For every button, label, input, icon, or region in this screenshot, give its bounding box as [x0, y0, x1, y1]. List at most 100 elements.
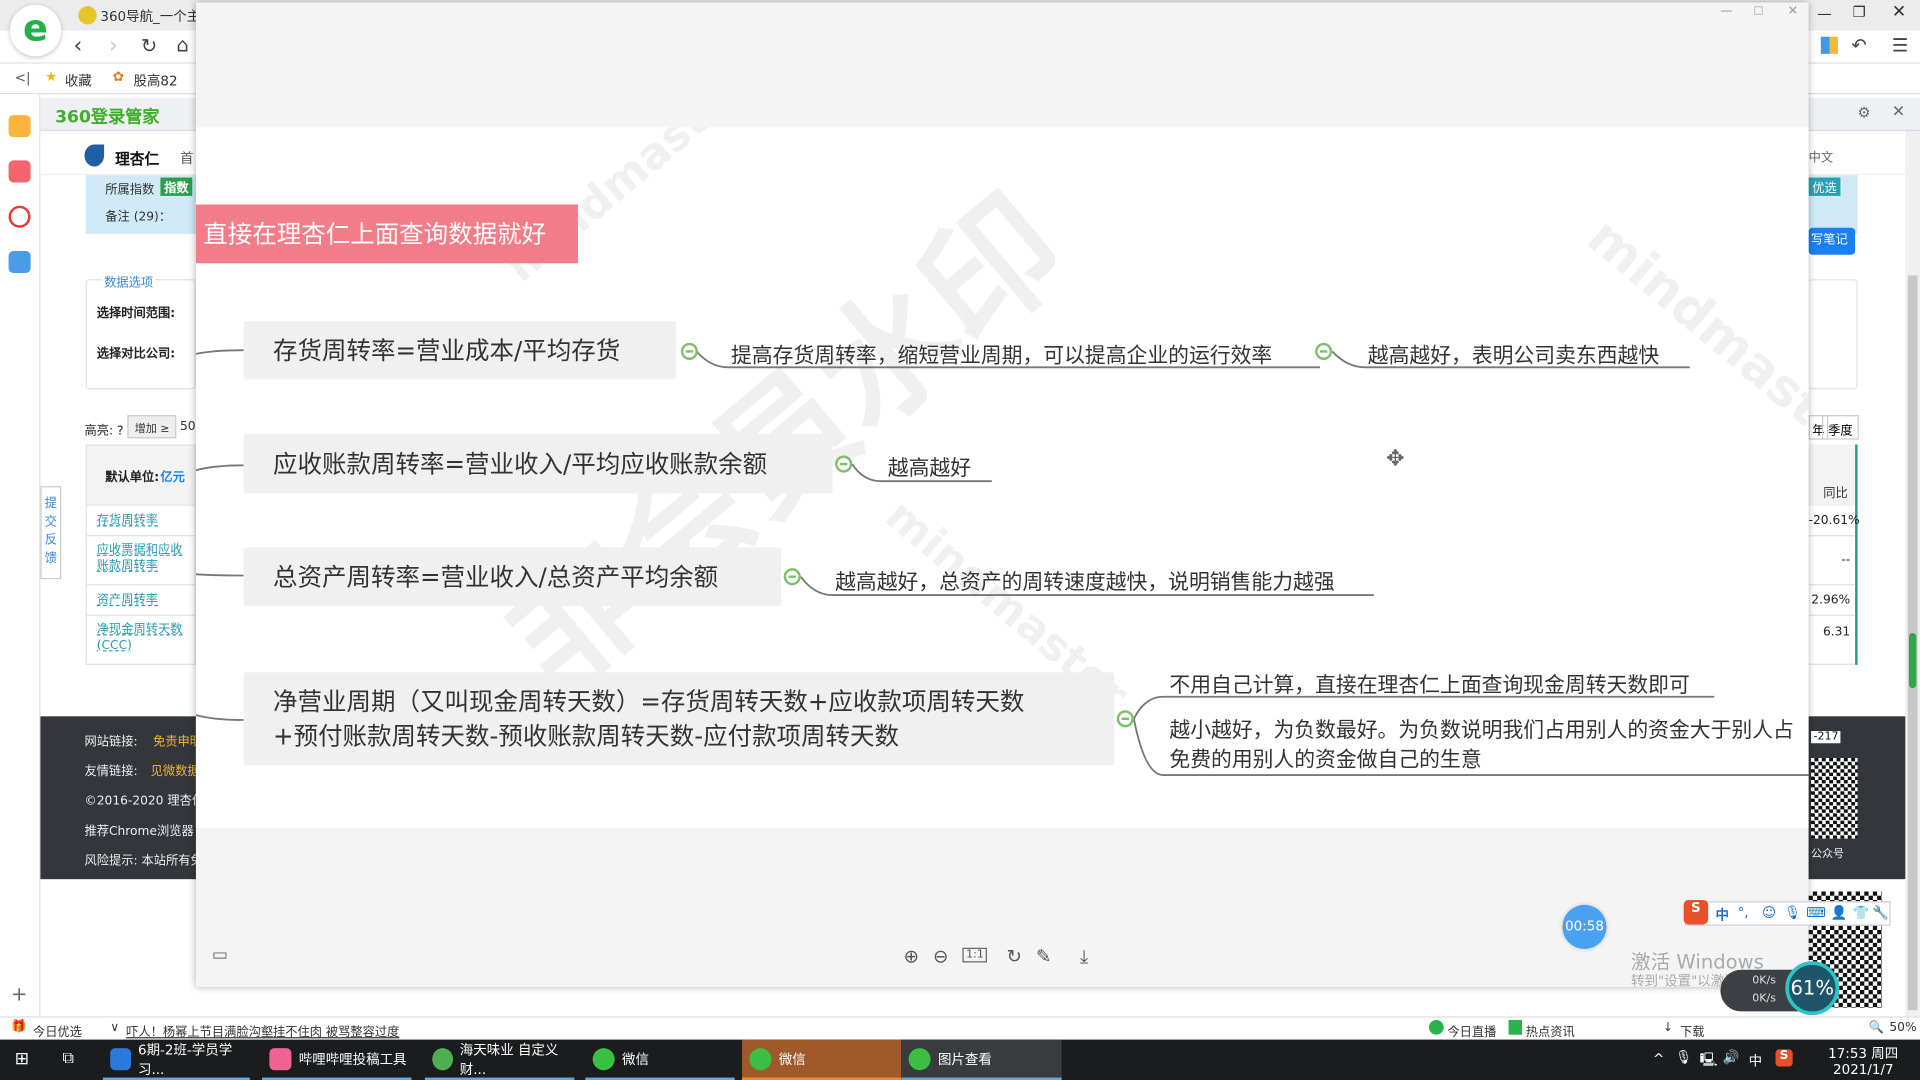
sogou-icon[interactable]: S [1683, 900, 1709, 925]
bookmark-favorites[interactable]: 收藏 [65, 71, 92, 91]
rotate-icon[interactable]: ↻ [1007, 945, 1022, 967]
taskbar-item[interactable]: 图片查看 [901, 1039, 1062, 1080]
thumbnail-toggle-icon[interactable]: ▭ [212, 945, 228, 965]
tab-quarter[interactable]: 季度 [1822, 415, 1859, 440]
nav-home[interactable]: 首 [180, 148, 193, 168]
collapse-icon[interactable] [835, 455, 853, 473]
undo-icon[interactable]: ↶ [1851, 34, 1866, 56]
mic-tray-icon[interactable]: 🎙 [1675, 1049, 1692, 1065]
downloads-link[interactable]: 下载 [1680, 1021, 1704, 1039]
user-icon[interactable]: 👤 [1831, 905, 1848, 921]
mindmap-leaf[interactable]: 越高越好 [888, 451, 971, 481]
increase-input[interactable]: 50 [180, 420, 196, 433]
taskbar-item[interactable]: 6期-2班-学员学习... [102, 1040, 250, 1080]
network-icon[interactable]: 🖳 [1700, 1049, 1718, 1072]
footer-friend-link[interactable]: 见微数据 [151, 760, 200, 778]
collapse-sidebar-icon[interactable]: <| [15, 70, 31, 86]
metric-link[interactable]: 存货周转率 [85, 505, 196, 537]
close-bar-icon[interactable]: ✕ [1892, 103, 1905, 121]
actual-size-button[interactable]: 1:1 [962, 947, 988, 963]
mindmap-node[interactable]: 净营业周期（又叫现金周转天数）=存货周转天数+应收款项周转天数 +预付账款周转天… [243, 672, 1115, 766]
recording-timer[interactable]: 00:58 [1562, 904, 1607, 949]
minimize-button[interactable]: — [1817, 5, 1832, 22]
mindmap-leaf[interactable]: 越小越好，为负数最好。为负数说明我们占用别人的资金大于别人占 免费的用别人的资金… [1169, 716, 1793, 775]
emoji-icon[interactable]: ☺ [1762, 905, 1776, 921]
collapse-icon[interactable] [1116, 710, 1134, 728]
feedback-button[interactable]: 提交反馈 [40, 486, 62, 580]
wrench-icon[interactable]: 🔧 [1872, 905, 1889, 921]
mindmap-node[interactable]: 总资产周转率=营业收入/总资产平均余额 [243, 547, 782, 607]
mindmap-leaf[interactable]: 越高越好，表明公司卖东西越快 [1368, 338, 1659, 368]
sogou-tray-icon[interactable]: S [1775, 1049, 1793, 1067]
language-select[interactable]: 中文 [1809, 147, 1833, 165]
ime-punct[interactable]: °, [1738, 905, 1749, 921]
zoom-out-icon[interactable]: ⊖ [933, 945, 948, 967]
metric-link[interactable]: 资产周转率 [85, 585, 196, 616]
write-note-button[interactable]: 写笔记 [1808, 227, 1856, 255]
hot-news-link[interactable]: 热点资讯 [1526, 1021, 1575, 1039]
ime-indicator[interactable]: 中 [1749, 1051, 1762, 1071]
news-ticker-link[interactable]: 吓人！杨幂上节目满脸沟壑挂不住肉 被骂整容过度 [126, 1021, 399, 1039]
collapse-icon[interactable] [1315, 342, 1333, 361]
tray-expand-icon[interactable]: ^ [1653, 1051, 1664, 1067]
metric-link[interactable]: 应收票据和应收账款周转率 [85, 536, 196, 586]
cpu-usage-ball[interactable]: 61% [1785, 961, 1840, 1016]
bookmark-stock[interactable]: 股高82 [133, 71, 177, 91]
increase-select[interactable]: 增加 ≥ [127, 415, 177, 439]
browser-logo-icon[interactable]: e [9, 4, 62, 57]
apps-icon[interactable] [1820, 36, 1838, 54]
footer-chrome[interactable]: 推荐Chrome浏览器 [84, 820, 193, 838]
notes-icon[interactable] [8, 160, 31, 183]
task-view-icon[interactable]: ⧉ [62, 1049, 73, 1067]
restore-button[interactable]: ❐ [1853, 4, 1866, 21]
mindmap-leaf[interactable]: 提高存货周转率，缩短营业周期，可以提高企业的运行效率 [731, 338, 1272, 368]
taskbar-item-active[interactable]: 微信 [742, 1039, 902, 1080]
footer-disclaimer-link[interactable]: 免责申明 [153, 731, 202, 749]
zoom-in-icon[interactable]: ⊕ [904, 945, 919, 967]
page-scrollbar[interactable] [1905, 131, 1920, 1017]
keyboard-icon[interactable]: ⌨ [1806, 905, 1825, 921]
mindmap-node[interactable]: 存货周转率=营业成本/平均存货 [243, 320, 676, 380]
favorites-icon[interactable] [8, 115, 31, 138]
unit-value[interactable]: 亿元 [160, 467, 184, 484]
live-link[interactable]: 今日直播 [1447, 1021, 1496, 1039]
clock-time[interactable]: 17:53 周四 [1828, 1043, 1898, 1063]
back-icon[interactable]: ‹ [73, 33, 82, 59]
collapse-icon[interactable] [783, 568, 801, 586]
add-icon[interactable]: + [11, 982, 27, 1005]
collapse-icon[interactable] [680, 342, 698, 361]
mail-icon[interactable] [8, 251, 31, 274]
chevron-down-icon[interactable]: ∨ [110, 1021, 119, 1034]
volume-icon[interactable]: 🔊 [1723, 1049, 1740, 1065]
edit-icon[interactable]: ✎ [1036, 945, 1051, 967]
site-name[interactable]: 理杏仁 [115, 148, 159, 169]
start-icon[interactable]: ⊞ [15, 1049, 29, 1069]
mindmap-node[interactable]: 应收账款周转率=营业收入/平均应收账款余额 [243, 433, 833, 494]
home-icon[interactable]: ⌂ [176, 33, 188, 56]
index-badge[interactable]: 指数 [160, 177, 193, 196]
reload-icon[interactable]: ↻ [141, 34, 157, 57]
metric-link[interactable]: 净现金周转天数(CCC) [85, 615, 196, 665]
menu-icon[interactable]: ☰ [1892, 34, 1908, 56]
download-icon[interactable]: ⤓ [1080, 945, 1088, 967]
ime-mode[interactable]: 中 [1716, 905, 1729, 925]
settings-icon[interactable]: ⚙ [1858, 104, 1871, 121]
remark-label[interactable]: 备注 (29)： [105, 206, 171, 224]
mindmap-leaf[interactable]: 不用自己计算，直接在理杏仁上面查询现金周转天数即可 [1169, 667, 1689, 697]
taskbar-item[interactable]: 微信 [585, 1040, 735, 1080]
viewer-close-button[interactable]: ✕ [1788, 5, 1798, 18]
mindmap-leaf[interactable]: 越高越好，总资产的周转速度越快，说明销售能力越强 [835, 564, 1335, 595]
zoom-level[interactable]: 50% [1889, 1021, 1916, 1034]
taskbar-item[interactable]: 海天味业 自定义财... [424, 1040, 575, 1080]
today-picks[interactable]: 今日优选 [33, 1021, 82, 1039]
skin-icon[interactable]: 👕 [1853, 905, 1870, 921]
weibo-icon[interactable] [8, 205, 31, 228]
close-window-button[interactable]: ✕ [1892, 2, 1906, 22]
forward-icon[interactable]: › [109, 33, 118, 59]
viewer-maximize-button[interactable]: ☐ [1753, 6, 1763, 18]
viewer-minimize-button[interactable]: — [1720, 5, 1732, 18]
clock-date[interactable]: 2021/1/7 [1833, 1062, 1893, 1078]
mic-icon[interactable]: 🎙 [1784, 905, 1801, 921]
taskbar-item[interactable]: 哔哩哔哩投稿工具 [262, 1040, 412, 1080]
tag-badge[interactable]: 优选 [1808, 177, 1841, 196]
